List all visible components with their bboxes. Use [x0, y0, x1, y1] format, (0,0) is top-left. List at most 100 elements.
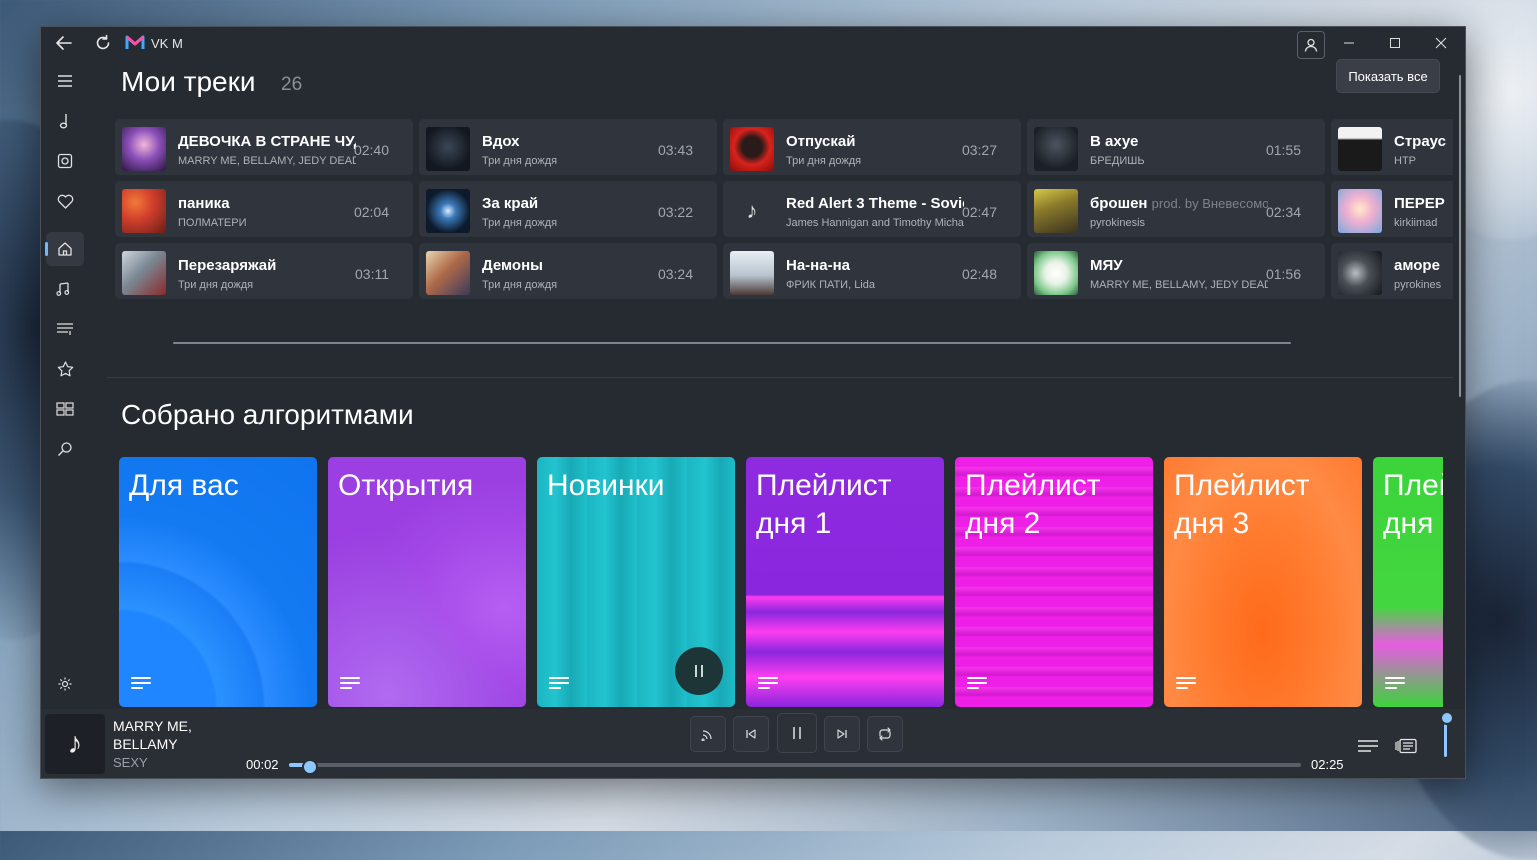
mix-card-daily-1[interactable]: Плейлист дня 1	[746, 457, 944, 707]
playlist-icon	[1176, 677, 1198, 691]
close-icon[interactable]	[1418, 27, 1464, 59]
content-vertical-scrollbar[interactable]	[1459, 75, 1461, 397]
mix-title: Плейлист дня 3	[1174, 469, 1310, 540]
lyrics-icon[interactable]	[1391, 732, 1421, 760]
maximize-icon[interactable]	[1372, 27, 1418, 59]
track-duration: 02:40	[353, 142, 389, 158]
section-divider	[107, 377, 1453, 378]
track-card[interactable]: МЯУ MARRY ME, BELLAMY, JEDY DEADY 01:56	[1027, 243, 1325, 299]
progress-bar[interactable]	[289, 759, 1301, 775]
track-artist: MARRY ME, BELLAMY, JEDY DEADY	[178, 155, 356, 167]
current-time: 00:02	[246, 757, 279, 772]
algo-section-title: Собрано алгоритмами	[121, 399, 414, 430]
now-playing-cover[interactable]: ♪	[45, 714, 105, 774]
progress-thumb[interactable]	[302, 759, 319, 775]
back-arrow-icon[interactable]	[55, 34, 73, 52]
previous-icon[interactable]	[733, 716, 769, 752]
refresh-icon[interactable]	[94, 34, 112, 52]
broadcast-icon[interactable]	[690, 716, 726, 752]
track-duration: 02:34	[1265, 204, 1301, 220]
album-icon[interactable]	[46, 144, 84, 178]
queue-icon[interactable]	[1353, 732, 1383, 760]
track-card[interactable]: аморе pyrokines	[1331, 243, 1453, 299]
my-tracks-count: 26	[281, 74, 303, 95]
track-card[interactable]: На-на-на ФРИК ПАТИ, Lida 02:48	[723, 243, 1021, 299]
track-duration: 03:11	[355, 266, 389, 282]
playlist-icon	[758, 677, 780, 691]
track-card[interactable]: Вдох Три дня дождя 03:43	[419, 119, 717, 175]
track-card[interactable]: Отпускай Три дня дождя 03:27	[723, 119, 1021, 175]
track-artist: ФРИК ПАТИ, Lida	[786, 279, 875, 291]
heart-icon[interactable]	[46, 184, 84, 218]
pause-icon[interactable]	[675, 647, 723, 695]
track-card[interactable]: ДЕВОЧКА В СТРАНЕ ЧУДЕС MARRY ME, BELLAMY…	[115, 119, 413, 175]
track-cover	[426, 189, 470, 233]
tracks-horizontal-scrollbar[interactable]	[173, 342, 1291, 344]
track-artist: Три дня дождя	[482, 217, 558, 229]
volume-thumb[interactable]	[1440, 711, 1454, 725]
tracks-grid: ДЕВОЧКА В СТРАНЕ ЧУДЕС MARRY ME, BELLAMY…	[115, 119, 1453, 301]
track-card[interactable]: ♪ Red Alert 3 Theme - Soviet March James…	[723, 181, 1021, 237]
mix-card-daily-3[interactable]: Плейлист дня 3	[1164, 457, 1362, 707]
track-title: брошен prod. by Вневесомости	[1090, 195, 1268, 212]
track-cover	[1034, 127, 1078, 171]
volume-slider[interactable]	[1440, 709, 1454, 769]
track-card[interactable]: Демоны Три дня дождя 03:24	[419, 243, 717, 299]
mix-card-daily-2[interactable]: Плейлист дня 2	[955, 457, 1153, 707]
track-card[interactable]: брошен prod. by Вневесомости pyrokinesis…	[1027, 181, 1325, 237]
music-library-icon[interactable]	[46, 272, 84, 306]
track-card[interactable]: Перезаряжай Три дня дождя 03:11	[115, 243, 413, 299]
track-title: Страус	[1394, 133, 1446, 150]
grid-icon[interactable]	[46, 392, 84, 426]
track-cover	[730, 251, 774, 295]
mix-title: Открытия	[338, 469, 474, 502]
track-card[interactable]: В ахуе БРЕДИШЬ 01:55	[1027, 119, 1325, 175]
playlist-icon	[340, 677, 362, 691]
star-icon[interactable]	[46, 352, 84, 386]
track-title: ДЕВОЧКА В СТРАНЕ ЧУДЕС	[178, 133, 356, 150]
track-card[interactable]: ПЕРЕР kirkiimad	[1331, 181, 1453, 237]
track-duration: 01:55	[1265, 142, 1301, 158]
track-artist: Три дня дождя	[482, 155, 558, 167]
home-icon[interactable]	[45, 232, 84, 266]
playlist-icon	[131, 677, 153, 691]
repeat-icon[interactable]	[867, 716, 903, 752]
settings-icon[interactable]	[46, 667, 84, 701]
track-duration: 01:56	[1265, 266, 1301, 282]
playlist-icon	[1385, 677, 1407, 691]
search-icon[interactable]	[46, 432, 84, 466]
now-playing-artist[interactable]: SEXY	[113, 755, 148, 770]
track-title-main: брошен	[1090, 195, 1148, 212]
music-note-icon[interactable]	[46, 104, 84, 138]
mix-title: Плейлист дня 2	[965, 469, 1101, 540]
track-cover	[122, 127, 166, 171]
next-icon[interactable]	[824, 716, 860, 752]
minimize-icon[interactable]	[1326, 27, 1372, 59]
show-all-button[interactable]: Показать все	[1336, 59, 1440, 93]
mix-card-daily-4[interactable]: Плейлистдня	[1373, 457, 1443, 707]
mix-title: Новинки	[547, 469, 665, 502]
pause-icon[interactable]	[777, 713, 817, 753]
mix-card-new[interactable]: Новинки	[537, 457, 735, 707]
mix-title: Плейлист дня 1	[756, 469, 892, 540]
track-title: паника	[178, 195, 230, 212]
track-card[interactable]: За край Три дня дождя 03:22	[419, 181, 717, 237]
main-content: Мои треки 26 Показать все ДЕВОЧКА В СТРА…	[107, 59, 1453, 709]
mix-card-discoveries[interactable]: Открытия	[328, 457, 526, 707]
track-artist: ПОЛМАТЕРИ	[178, 217, 247, 229]
hamburger-menu-icon[interactable]	[46, 64, 84, 98]
mix-card-for-you[interactable]: Для вас	[119, 457, 317, 707]
track-artist: БРЕДИШЬ	[1090, 155, 1145, 167]
track-card[interactable]: паника ПОЛМАТЕРИ 02:04	[115, 181, 413, 237]
now-playing-title[interactable]: MARRY ME, BELLAMY	[113, 717, 243, 753]
app-window: VK M Мои треки 26 Показать все ДЕВОЧКА В…	[40, 26, 1466, 779]
account-icon[interactable]	[1297, 31, 1325, 59]
mix-title: Для вас	[129, 469, 239, 502]
track-duration: 03:22	[657, 204, 693, 220]
track-cover	[1338, 127, 1382, 171]
track-card[interactable]: Страус НТР	[1331, 119, 1453, 175]
track-title: В ахуе	[1090, 133, 1139, 150]
track-duration: 02:47	[961, 204, 997, 220]
track-artist: pyrokinesis	[1090, 217, 1146, 229]
playlist-icon[interactable]	[46, 312, 84, 346]
